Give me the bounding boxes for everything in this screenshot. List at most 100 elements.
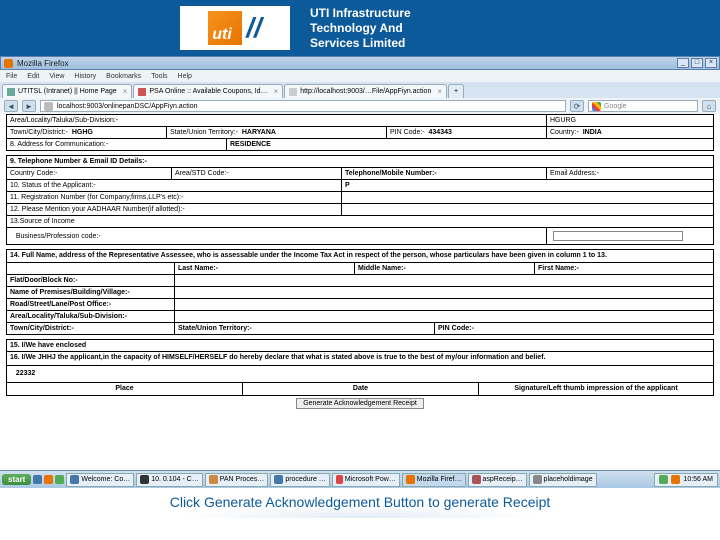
- favicon-icon: [7, 88, 15, 96]
- uti-logo-slashes: //: [246, 14, 262, 42]
- tab-label: UTITSL (Intranet) || Home Page: [18, 88, 117, 95]
- uti-logo-mark: [208, 11, 242, 45]
- start-button[interactable]: start: [2, 474, 31, 485]
- tray-icon[interactable]: [671, 475, 680, 484]
- menu-history[interactable]: History: [74, 73, 96, 80]
- field-country: Country:- INDIA: [546, 127, 714, 138]
- field-aadhaar-value: [341, 204, 714, 215]
- field-pin: PIN Code:- 434343: [386, 127, 546, 138]
- windows-taskbar: start Welcome: Co… 10. 0.104 - C… PAN Pr…: [0, 470, 720, 488]
- menu-bookmarks[interactable]: Bookmarks: [106, 73, 141, 80]
- forward-button[interactable]: ►: [22, 100, 36, 112]
- tab-close-icon[interactable]: ×: [123, 87, 128, 96]
- window-title: Mozilla Firefox: [17, 59, 69, 68]
- task-button[interactable]: 10. 0.104 - C…: [136, 473, 202, 487]
- uti-logo: //: [180, 6, 290, 50]
- field-state2: State/Union Territory:-: [174, 323, 434, 334]
- task-button[interactable]: Microsoft Pow…: [332, 473, 400, 487]
- field-telephone: Telephone/Mobile Number:-: [341, 168, 546, 179]
- tab-bar: UTITSL (Intranet) || Home Page × PSA Onli…: [0, 82, 720, 98]
- menu-edit[interactable]: Edit: [27, 73, 39, 80]
- field-lastname-h: [6, 263, 174, 274]
- search-box[interactable]: Google: [588, 100, 698, 112]
- app-icon: [472, 475, 481, 484]
- clock: 10:56 AM: [683, 476, 713, 483]
- tagline-line: Services Limited: [310, 36, 411, 51]
- quicklaunch-icon[interactable]: [44, 475, 53, 484]
- firefox-icon: [4, 59, 13, 68]
- field-signature: Signature/Left thumb impression of the a…: [478, 383, 714, 395]
- menu-file[interactable]: File: [6, 73, 17, 80]
- tab-close-icon[interactable]: ×: [274, 87, 279, 96]
- task-button[interactable]: placeholdimage: [529, 473, 597, 487]
- favicon-icon: [289, 88, 297, 96]
- field-declaration: 16. I/We JHHJ the applicant,in the capac…: [6, 352, 714, 364]
- system-tray[interactable]: 10:56 AM: [654, 473, 718, 487]
- back-button[interactable]: ◄: [4, 100, 18, 112]
- globe-icon: [44, 102, 53, 111]
- task-label: Welcome: Co…: [81, 476, 130, 483]
- app-icon: [209, 475, 218, 484]
- field-road: Road/Street/Lane/Post Office:-: [6, 299, 174, 310]
- field-pin2: PIN Code:-: [434, 323, 714, 334]
- task-label: Mozilla Firef…: [417, 476, 462, 483]
- field-biz-input[interactable]: [546, 228, 714, 244]
- tray-icon[interactable]: [659, 475, 668, 484]
- pan-form: Area/Locality/Taluka/Sub-Division:- HGUR…: [0, 114, 720, 470]
- window-titlebar: Mozilla Firefox _ □ ×: [0, 56, 720, 70]
- toolbar: ◄ ► localhost:9003/onlinepanDSC/AppFiyn.…: [0, 98, 720, 114]
- field-aadhaar: 12. Please Mention your AADHAAR Number(i…: [6, 204, 341, 215]
- field-area-value: HGURG: [546, 115, 714, 126]
- field-road-v: [174, 299, 714, 310]
- field-town: Town/City/District:- HGHG: [6, 127, 166, 138]
- field-state: State/Union Territory:- HARYANA: [166, 127, 386, 138]
- task-button[interactable]: Welcome: Co…: [66, 473, 134, 487]
- task-button[interactable]: aspReceip…: [468, 473, 527, 487]
- google-icon: [592, 102, 601, 111]
- reload-button[interactable]: ⟳: [570, 100, 584, 112]
- tab-label: http://localhost:9003/…File/AppFiyn.acti…: [300, 88, 431, 95]
- field-income-source: 13.Source of Income: [6, 216, 714, 227]
- menu-help[interactable]: Help: [178, 73, 192, 80]
- app-icon: [70, 475, 79, 484]
- task-label: aspReceip…: [483, 476, 523, 483]
- task-button[interactable]: PAN Proces…: [205, 473, 269, 487]
- field-doc: 22332: [6, 366, 714, 382]
- close-button[interactable]: ×: [705, 58, 717, 68]
- field-enclosed: 15. I/We have enclosed: [6, 340, 714, 351]
- new-tab-button[interactable]: +: [448, 84, 464, 98]
- search-placeholder: Google: [604, 103, 627, 110]
- browser-tab[interactable]: http://localhost:9003/…File/AppFiyn.acti…: [284, 84, 447, 98]
- field-area: Area/Locality/Taluka/Sub-Division:-: [6, 115, 546, 126]
- home-button[interactable]: ⌂: [702, 100, 716, 112]
- generate-receipt-button[interactable]: Generate Acknowledgement Receipt: [296, 398, 424, 409]
- browser-tab[interactable]: PSA Online :: Available Coupons, Id… ×: [133, 84, 283, 98]
- task-button[interactable]: procedure …: [270, 473, 329, 487]
- field-comm-address: 8. Address for Communication:-: [6, 139, 226, 150]
- app-icon: [140, 475, 149, 484]
- task-label: 10. 0.104 - C…: [151, 476, 198, 483]
- restore-button[interactable]: □: [691, 58, 703, 68]
- field-comm-value: RESIDENCE: [226, 139, 714, 150]
- field-area2-v: [174, 311, 714, 322]
- task-button-active[interactable]: Mozilla Firef…: [402, 473, 466, 487]
- field-reg-value: [341, 192, 714, 203]
- field-date: Date: [242, 383, 478, 395]
- app-icon: [336, 475, 343, 484]
- browser-tab[interactable]: UTITSL (Intranet) || Home Page ×: [2, 84, 132, 98]
- menu-view[interactable]: View: [49, 73, 64, 80]
- quicklaunch-icon[interactable]: [33, 475, 42, 484]
- field-reg-number: 11. Registration Number (for Company,fir…: [6, 192, 341, 203]
- field-biz-code: Business/Profession code:-: [6, 228, 546, 244]
- tab-label: PSA Online :: Available Coupons, Id…: [149, 88, 267, 95]
- quicklaunch-icon[interactable]: [55, 475, 64, 484]
- task-label: placeholdimage: [544, 476, 593, 483]
- address-bar[interactable]: localhost:9003/onlinepanDSC/AppFiyn.acti…: [40, 100, 566, 112]
- tab-close-icon[interactable]: ×: [437, 87, 442, 96]
- field-firstname: First Name:-: [534, 263, 714, 274]
- minimize-button[interactable]: _: [677, 58, 689, 68]
- menu-tools[interactable]: Tools: [151, 73, 167, 80]
- slide-caption: Click Generate Acknowledgement Button to…: [0, 488, 720, 518]
- field-flat: Flat/Door/Block No:-: [6, 275, 174, 286]
- app-icon: [274, 475, 283, 484]
